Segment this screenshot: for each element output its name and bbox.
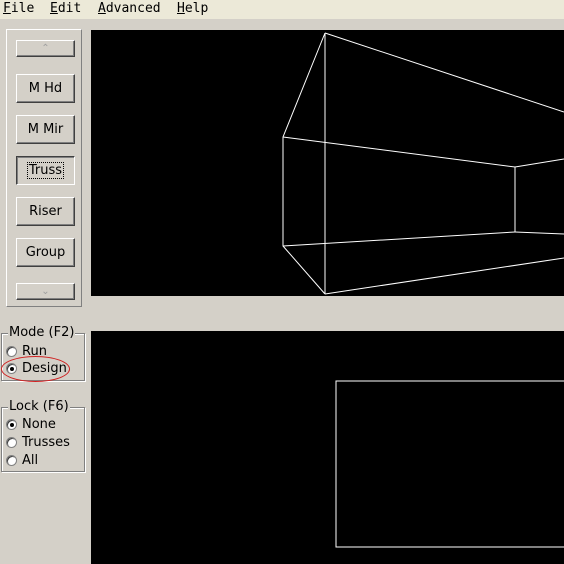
truss-edge-mid-right: [514, 158, 564, 168]
menu-advanced[interactable]: Advanced: [98, 1, 161, 16]
tool-panel: ⌃ M Hd M Mir Truss Riser Group ⌄: [6, 29, 82, 307]
menu-edit[interactable]: Edit: [50, 1, 81, 16]
lock-group: Lock (F6) None Trusses All: [1, 400, 85, 472]
m-mir-button[interactable]: M Mir: [16, 115, 75, 144]
lock-group-title: Lock (F6): [8, 399, 70, 414]
truss-edge-bottom: [324, 257, 564, 295]
viewport-splitter[interactable]: [91, 296, 564, 331]
mode-run-radio[interactable]: [6, 345, 17, 357]
scroll-up-button[interactable]: ⌃: [16, 40, 75, 57]
lock-trusses-radio[interactable]: [6, 436, 17, 448]
plan-rectangle: [335, 380, 564, 548]
truss-edge-top: [324, 32, 564, 113]
chevron-down-icon: ⌄: [41, 286, 50, 297]
lock-trusses-option[interactable]: Trusses: [6, 433, 70, 451]
group-button[interactable]: Group: [16, 238, 75, 267]
riser-button[interactable]: Riser: [16, 197, 75, 226]
truss-edge-lower: [282, 231, 516, 247]
mode-group-title: Mode (F2): [8, 325, 76, 340]
lock-all-radio[interactable]: [6, 454, 17, 466]
truss-edge-left: [282, 32, 326, 295]
lock-none-radio[interactable]: [6, 418, 17, 430]
perspective-drawing: [282, 32, 564, 295]
truss-button[interactable]: Truss: [16, 156, 75, 185]
lock-none-option[interactable]: None: [6, 415, 56, 433]
menu-bar: File Edit Advanced Help: [0, 0, 564, 19]
highlight-annotation: [1, 356, 70, 382]
plan-drawing: [335, 380, 564, 548]
menu-file[interactable]: File: [3, 1, 34, 16]
truss-edge-lower-right: [514, 231, 564, 235]
menu-help[interactable]: Help: [177, 1, 208, 16]
m-hd-button[interactable]: M Hd: [16, 74, 75, 103]
scroll-down-button[interactable]: ⌄: [16, 283, 75, 300]
perspective-viewport[interactable]: [91, 30, 564, 296]
lock-all-option[interactable]: All: [6, 451, 38, 469]
plan-viewport[interactable]: [91, 331, 564, 564]
truss-edge-mid: [282, 136, 516, 168]
chevron-up-icon: ⌃: [41, 43, 50, 54]
